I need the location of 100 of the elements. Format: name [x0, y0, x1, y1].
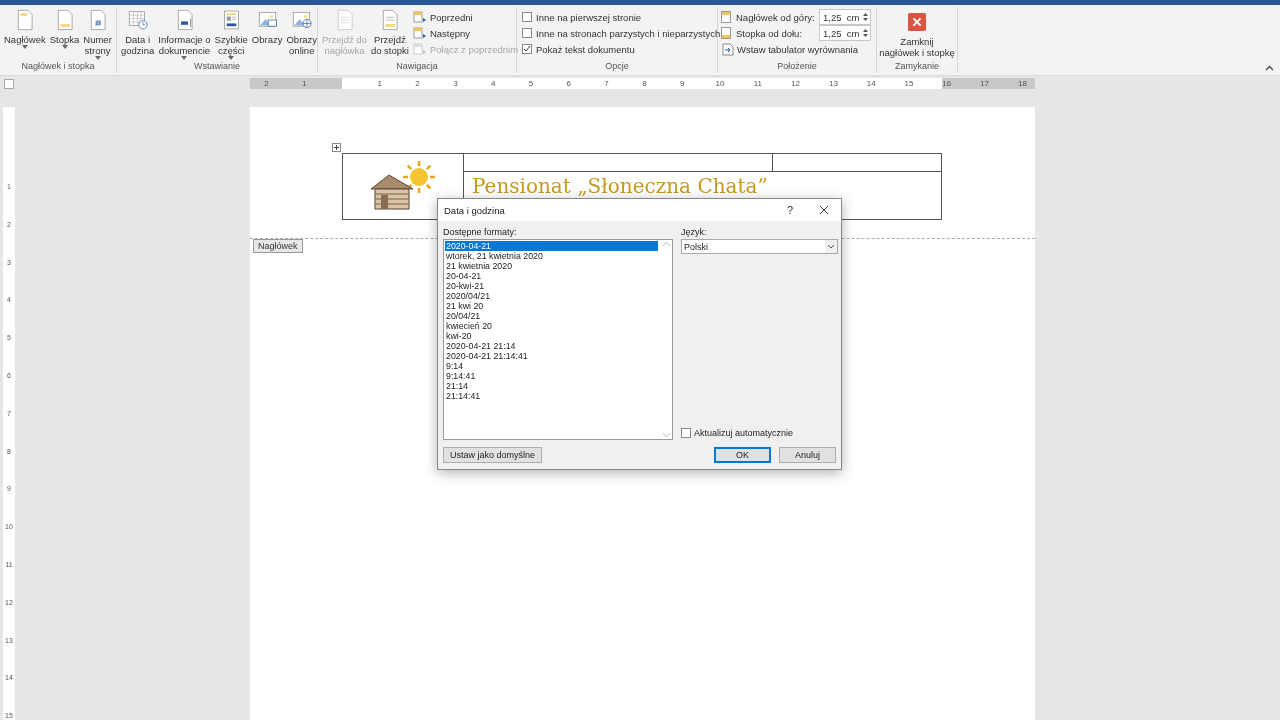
- ruler-number: 2: [264, 78, 269, 89]
- caret-icon: [61, 45, 68, 49]
- collapse-ribbon-icon[interactable]: [1265, 65, 1274, 71]
- group-label: Nawigacja: [396, 61, 438, 73]
- ruler-number: 17: [980, 78, 990, 89]
- online-pictures-icon: [291, 9, 313, 31]
- ruler-number: 16: [942, 78, 952, 89]
- spinner-label: Stopka od dołu:: [736, 27, 804, 39]
- checkbox[interactable]: [522, 44, 532, 54]
- ruler-number: 18: [1017, 78, 1027, 89]
- format-option[interactable]: 21 kwietnia 2020: [445, 261, 659, 271]
- footer-margin-icon: [721, 27, 733, 39]
- checkbox-option[interactable]: Inne na pierwszej stronie: [522, 9, 721, 25]
- checkbox-option[interactable]: Inne na stronach parzystych i nieparzystych: [522, 25, 721, 41]
- spin-arrows-icon: [863, 28, 868, 38]
- ruler-number: 15: [904, 78, 914, 89]
- header-title: Pensionat „Słoneczna Chata”: [472, 176, 768, 196]
- close-icon: [819, 205, 829, 215]
- ribbon-button[interactable]: Stopka: [48, 9, 81, 49]
- format-option[interactable]: 20-kwi-21: [445, 281, 659, 291]
- next-icon: [412, 26, 427, 40]
- group-label: Nagłówek i stopka: [21, 61, 95, 73]
- spinner-field[interactable]: 1,25 cm: [819, 9, 871, 25]
- ribbon-button[interactable]: Nagłówek: [3, 9, 47, 49]
- previous-icon: [412, 10, 427, 24]
- ok-button[interactable]: OK: [714, 446, 771, 463]
- format-option[interactable]: 21:14: [445, 381, 659, 391]
- checkbox-label: Aktualizuj automatycznie: [694, 428, 794, 438]
- language-select[interactable]: Polski: [681, 239, 838, 254]
- format-option[interactable]: 2020-04-21: [445, 241, 658, 251]
- caret-icon: [228, 56, 235, 60]
- link-icon: [412, 42, 427, 56]
- format-option[interactable]: 21 kwi 20: [445, 301, 659, 311]
- ruler-number: 12: [791, 78, 801, 89]
- help-button[interactable]: ?: [773, 199, 807, 221]
- format-option[interactable]: 2020/04/21: [445, 291, 659, 301]
- formats-label: Dostępne formaty:: [443, 227, 518, 237]
- ribbon-button[interactable]: Numer strony: [82, 9, 113, 60]
- ruler-number: 7: [604, 78, 609, 89]
- format-option[interactable]: kwiecień 20: [445, 321, 659, 331]
- ruler-number: 3: [453, 78, 458, 89]
- ruler-number: 6: [566, 78, 571, 89]
- ribbon-button[interactable]: Przejdź do stopki: [369, 9, 410, 56]
- chevron-down-icon: [825, 240, 837, 253]
- spinner-field[interactable]: 1,25 cm: [819, 25, 871, 41]
- ruler-number: 11: [753, 78, 762, 89]
- ruler-number: 2: [415, 78, 420, 89]
- group-label: Położenie: [777, 61, 817, 73]
- checkbox[interactable]: [681, 428, 691, 438]
- ribbon-button[interactable]: Informacje o dokumencie: [157, 9, 212, 60]
- format-option[interactable]: 9:14:41: [445, 371, 659, 381]
- caret-icon: [21, 45, 28, 49]
- ruler-number: 10: [715, 78, 725, 89]
- header-margin-icon: [721, 11, 733, 23]
- checkbox-label: Inne na stronach parzystych i nieparzystych: [536, 27, 721, 39]
- ribbon-button[interactable]: Zamknij nagłówek i stopkę: [878, 9, 956, 58]
- ribbon-button[interactable]: Wstaw tabulator wyrównania: [721, 41, 871, 57]
- move-handle-icon[interactable]: [332, 143, 341, 152]
- format-option[interactable]: wtorek, 21 kwietnia 2020: [445, 251, 659, 261]
- format-option[interactable]: 20/04/21: [445, 311, 659, 321]
- format-option[interactable]: 21:14:41: [445, 391, 659, 401]
- scroll-down-icon[interactable]: [662, 433, 670, 437]
- format-option[interactable]: kwi-20: [445, 331, 659, 341]
- ribbon-button[interactable]: Obrazy: [250, 9, 284, 45]
- ribbon-button[interactable]: Poprzedni: [411, 9, 520, 25]
- ribbon-button[interactable]: Obrazy online: [285, 9, 319, 56]
- calendar-clock-icon: [127, 9, 149, 31]
- ribbon-button[interactable]: Szybkie części: [213, 9, 249, 60]
- ruler-number: 14: [866, 78, 876, 89]
- formats-list[interactable]: 2020-04-21 wtorek, 21 kwietnia 2020 21 kwietnia 2020 20-04-21 20-kwi-21 2020/04/21 21 kwi 20 20/04/21 kwiecień 20 kwi-20 2020-04-21 21:14 2020-04-21 21:14:41 9:14 9:14:41 21:14 21:14:41: [443, 239, 673, 440]
- cancel-button[interactable]: Anuluj: [779, 446, 836, 463]
- tab-insert-icon: [722, 42, 734, 56]
- header-tag: Nagłówek: [253, 239, 303, 253]
- ruler-number: 13: [828, 78, 838, 89]
- format-option[interactable]: 2020-04-21 21:14:41: [445, 351, 659, 361]
- language-label: Język:: [681, 227, 708, 237]
- checkbox-label: Pokaż tekst dokumentu: [536, 43, 635, 55]
- close-icon: [908, 13, 926, 31]
- checkbox[interactable]: [522, 12, 532, 22]
- tab-selector[interactable]: [4, 79, 14, 89]
- caret-icon: [181, 56, 188, 60]
- ribbon-button[interactable]: Następny: [411, 25, 520, 41]
- checkbox[interactable]: [522, 28, 532, 38]
- set-default-button[interactable]: Ustaw jako domyślne: [443, 446, 543, 463]
- format-option[interactable]: 20-04-21: [445, 271, 659, 281]
- dialog-title: Data i godzina: [444, 204, 506, 216]
- ruler-number: 8: [642, 78, 647, 89]
- ruler-number: 9: [679, 78, 685, 89]
- group-label: Zamykanie: [895, 61, 939, 73]
- group-label: Wstawianie: [194, 61, 240, 73]
- scroll-up-icon[interactable]: [662, 242, 670, 246]
- checkbox-label: Inne na pierwszej stronie: [536, 11, 642, 23]
- format-option[interactable]: 2020-04-21 21:14: [445, 341, 659, 351]
- checkbox-option[interactable]: Pokaż tekst dokumentu: [522, 41, 721, 57]
- ribbon-button[interactable]: Data i godzina: [120, 9, 156, 56]
- ruler-number: 4: [490, 78, 496, 89]
- format-option[interactable]: 9:14: [445, 361, 659, 371]
- caret-icon: [94, 56, 101, 60]
- ruler-number: 1: [377, 78, 382, 89]
- ruler-number: 1: [301, 78, 307, 89]
